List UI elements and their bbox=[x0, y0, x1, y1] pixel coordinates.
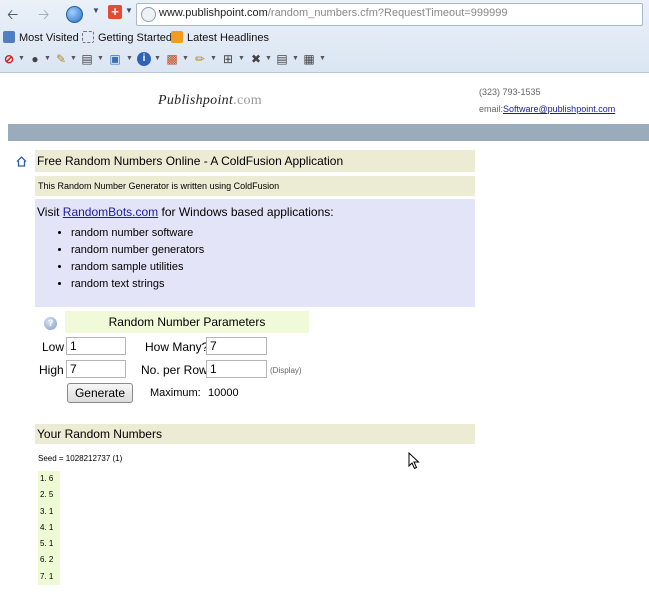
forward-arrow-icon[interactable]: 🡢 bbox=[38, 5, 49, 23]
chevron-down-icon[interactable]: ▼ bbox=[154, 55, 161, 62]
bookmark-most-visited[interactable]: Most Visited bbox=[3, 31, 79, 44]
url-path: /random_numbers.cfm?RequestTimeout=99999… bbox=[267, 7, 508, 19]
maximum-value: 10000 bbox=[208, 387, 239, 399]
chevron-down-icon[interactable]: ▼ bbox=[292, 55, 299, 62]
bookmark-label: Most Visited bbox=[19, 32, 79, 44]
per-row-label: No. per Row bbox=[141, 363, 208, 377]
chevron-down-icon[interactable]: ▼ bbox=[44, 55, 51, 62]
result-item: 7. 1 bbox=[38, 568, 60, 586]
result-item: 6. 2 bbox=[38, 552, 60, 569]
options-icon[interactable]: ▦ bbox=[302, 52, 316, 66]
tools-icon[interactable]: ✖ bbox=[249, 52, 263, 66]
email-label: email: bbox=[479, 104, 504, 114]
browser-chrome: 🡠 🡢 ▼ + ▼ www.publishpoint.com/random_nu… bbox=[0, 0, 649, 73]
chevron-down-icon[interactable]: ▼ bbox=[97, 55, 104, 62]
result-item: 4. 1 bbox=[38, 519, 60, 537]
header-band bbox=[8, 124, 649, 141]
phone-number: (323) 793-1535 bbox=[479, 87, 541, 97]
help-icon[interactable]: ? bbox=[44, 317, 57, 330]
chevron-down-icon[interactable]: ▼ bbox=[265, 55, 272, 62]
chevron-down-icon[interactable]: ▼ bbox=[182, 55, 189, 62]
chevron-down-icon[interactable]: ▼ bbox=[126, 55, 133, 62]
chevron-down-icon[interactable]: ▼ bbox=[70, 55, 77, 62]
chevron-down-icon[interactable]: ▼ bbox=[319, 55, 326, 62]
disable-icon[interactable]: ⊘ bbox=[2, 52, 16, 66]
email-link[interactable]: Software@publishpoint.com bbox=[503, 104, 615, 114]
how-many-input[interactable] bbox=[206, 337, 267, 355]
results-heading: Your Random Numbers bbox=[35, 424, 475, 444]
result-item: 5. 1 bbox=[38, 536, 60, 553]
outline-icon[interactable]: ✏ bbox=[193, 52, 207, 66]
email-line: email:Software@publishpoint.com bbox=[479, 104, 615, 114]
logo-domain: .com bbox=[233, 93, 262, 108]
form-icon[interactable]: ▤ bbox=[80, 52, 94, 66]
bookmarks-toolbar: Most Visited Getting Started Latest Head… bbox=[0, 28, 649, 48]
visit-suffix: for Windows based applications: bbox=[161, 205, 334, 219]
page-title: Free Random Numbers Online - A ColdFusio… bbox=[35, 150, 475, 172]
result-item: 1. 6 bbox=[38, 471, 60, 488]
result-item: 2. 5 bbox=[38, 487, 60, 504]
misc-icon[interactable]: ▩ bbox=[165, 52, 179, 66]
per-row-input[interactable] bbox=[206, 360, 267, 378]
chevron-down-icon[interactable]: ▼ bbox=[238, 55, 245, 62]
most-visited-icon bbox=[3, 31, 15, 43]
user-icon[interactable]: ● bbox=[28, 52, 42, 66]
home-globe-icon[interactable] bbox=[66, 6, 83, 23]
low-input[interactable] bbox=[66, 337, 126, 355]
resize-icon[interactable]: ⊞ bbox=[221, 52, 235, 66]
display-note: (Display) bbox=[270, 366, 302, 375]
bookmark-label: Latest Headlines bbox=[187, 32, 269, 44]
bookmark-latest-headlines[interactable]: Latest Headlines bbox=[171, 31, 269, 44]
addon-plus-icon[interactable]: + bbox=[108, 5, 122, 19]
address-bar[interactable]: www.publishpoint.com/random_numbers.cfm?… bbox=[136, 3, 643, 26]
list-item: random sample utilities bbox=[71, 259, 204, 276]
product-list: random number software random number gen… bbox=[35, 225, 204, 293]
page-subtitle: This Random Number Generator is written … bbox=[35, 176, 475, 196]
rss-icon bbox=[171, 31, 183, 43]
params-heading: Random Number Parameters bbox=[65, 311, 309, 333]
pencil-icon[interactable]: ✎ bbox=[54, 52, 68, 66]
chevron-down-icon[interactable]: ▼ bbox=[92, 6, 100, 15]
how-many-label: How Many? bbox=[145, 340, 209, 354]
list-item: random text strings bbox=[71, 276, 204, 293]
visit-prefix: Visit bbox=[37, 205, 60, 219]
image-icon[interactable]: ▣ bbox=[108, 52, 122, 66]
randombots-link[interactable]: RandomBots.com bbox=[63, 205, 158, 219]
maximum-label: Maximum: bbox=[150, 387, 201, 399]
chevron-down-icon[interactable]: ▼ bbox=[125, 6, 133, 15]
back-arrow-icon[interactable]: 🡠 bbox=[7, 5, 18, 23]
home-icon[interactable] bbox=[16, 156, 27, 167]
logo-main: Publishpoint bbox=[158, 93, 234, 108]
high-label: High bbox=[39, 363, 64, 377]
navigation-toolbar: 🡠 🡢 ▼ + ▼ www.publishpoint.com/random_nu… bbox=[0, 0, 649, 28]
info-icon[interactable]: i bbox=[137, 52, 151, 66]
seed-text: Seed = 1028212737 (1) bbox=[38, 454, 123, 463]
result-item: 3. 1 bbox=[38, 503, 60, 520]
results-list: 1. 6 2. 5 3. 1 4. 1 5. 1 6. 2 7. 1 bbox=[38, 471, 60, 586]
list-item: random number software bbox=[71, 225, 204, 242]
addon-toolbar: ⊘ ● ✎ ▤ ▣ i ▩ ✏ ⊞ ✖ ▤ ▦ ▼ ▼ ▼ ▼ ▼ ▼ ▼ ▼ … bbox=[0, 49, 649, 71]
site-identity-icon[interactable] bbox=[141, 7, 156, 22]
url-domain: www.publishpoint.com bbox=[159, 7, 268, 19]
bookmark-getting-started[interactable]: Getting Started bbox=[82, 31, 172, 44]
chevron-down-icon[interactable]: ▼ bbox=[18, 55, 25, 62]
view-source-icon[interactable]: ▤ bbox=[275, 52, 289, 66]
mouse-cursor-icon bbox=[408, 452, 420, 470]
bookmark-label: Getting Started bbox=[98, 32, 172, 44]
generate-button[interactable]: Generate bbox=[67, 383, 133, 403]
site-logo[interactable]: Publishpoint.com bbox=[158, 93, 262, 109]
chevron-down-icon[interactable]: ▼ bbox=[210, 55, 217, 62]
high-input[interactable] bbox=[66, 360, 126, 378]
list-item: random number generators bbox=[71, 242, 204, 259]
low-label: Low bbox=[42, 340, 65, 354]
visit-panel: Visit RandomBots.com for Windows based a… bbox=[35, 199, 475, 307]
visit-line: Visit RandomBots.com for Windows based a… bbox=[37, 205, 334, 219]
address-url[interactable]: www.publishpoint.com/random_numbers.cfm?… bbox=[159, 7, 507, 19]
page-icon bbox=[82, 31, 94, 43]
